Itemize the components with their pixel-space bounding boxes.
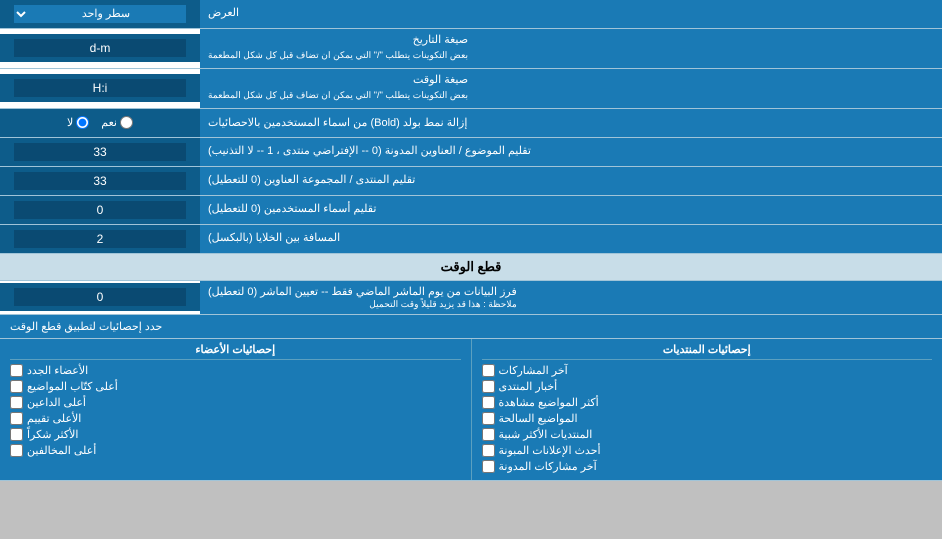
cell-spacing-input-container <box>0 225 200 253</box>
forum-header-trim-row: تقليم المنتدى / المجموعة العناوين (0 للت… <box>0 167 942 196</box>
checkbox-old-topics-input[interactable] <box>482 412 495 425</box>
checkbox-new-members-input[interactable] <box>10 364 23 377</box>
checkbox-most-thanked: الأكثر شكراً <box>10 428 461 441</box>
checkbox-top-authors: أعلى الداعين <box>10 396 461 409</box>
checkbox-most-thanked-input[interactable] <box>10 428 23 441</box>
time-cut-section-header: قطع الوقت <box>0 254 942 281</box>
member-stats-title: إحصائيات الأعضاء <box>10 343 461 360</box>
checkbox-top-posters-input[interactable] <box>10 380 23 393</box>
checkbox-latest-announcements: أحدث الإعلانات المبونة <box>482 444 933 457</box>
username-trim-input-container <box>0 196 200 224</box>
date-format-row: صيغة التاريخبعض التكوينات يتطلب "/" التي… <box>0 29 942 69</box>
time-cut-row: فرز البيانات من يوم الماشر الماضي فقط --… <box>0 281 942 315</box>
checkbox-new-members: الأعضاء الجدد <box>10 364 461 377</box>
page-title-label: العرض <box>200 0 942 28</box>
time-format-input[interactable] <box>14 79 187 97</box>
time-format-label: صيغة الوقتبعض التكوينات يتطلب "/" التي ي… <box>200 69 942 108</box>
checkbox-top-authors-input[interactable] <box>10 396 23 409</box>
forum-header-trim-input-container <box>0 167 200 195</box>
forum-header-trim-input[interactable] <box>14 172 187 190</box>
bold-no-label[interactable]: لا <box>67 116 89 129</box>
checkbox-top-referrers: أعلى المخالفين <box>10 444 461 457</box>
main-container: العرض سطر واحد سطرين ثلاثة أسطر صيغة الت… <box>0 0 942 481</box>
date-format-input-container <box>0 34 200 62</box>
display-dropdown-container: سطر واحد سطرين ثلاثة أسطر <box>0 0 200 28</box>
checkbox-latest-announcements-input[interactable] <box>482 444 495 457</box>
time-cut-label: فرز البيانات من يوم الماشر الماضي فقط --… <box>200 281 942 314</box>
checkbox-latest-shared-input[interactable] <box>482 460 495 473</box>
display-dropdown[interactable]: سطر واحد سطرين ثلاثة أسطر <box>14 5 187 23</box>
checkbox-top-rated-input[interactable] <box>10 412 23 425</box>
date-format-input[interactable] <box>14 39 187 57</box>
bold-remove-options: نعم لا <box>0 109 200 137</box>
cell-spacing-label: المسافة بين الخلايا (بالبكسل) <box>200 225 942 253</box>
checkbox-top-referrers-input[interactable] <box>10 444 23 457</box>
checkbox-forum-news: أخبار المنتدى <box>482 380 933 393</box>
username-trim-input[interactable] <box>14 201 187 219</box>
forum-stats-title: إحصائيات المنتديات <box>482 343 933 360</box>
forum-header-trim-label: تقليم المنتدى / المجموعة العناوين (0 للت… <box>200 167 942 195</box>
checkbox-last-posts: آخر المشاركات <box>482 364 933 377</box>
checkbox-top-rated: الأعلى تقييم <box>10 412 461 425</box>
time-cut-input-container <box>0 283 200 311</box>
cell-spacing-input[interactable] <box>14 230 187 248</box>
time-format-input-container <box>0 74 200 102</box>
checkbox-top-posters: أعلى كتّاب المواضيع <box>10 380 461 393</box>
time-cut-input[interactable] <box>14 288 187 306</box>
checkbox-most-viewed-input[interactable] <box>482 396 495 409</box>
subject-trim-input-container <box>0 138 200 166</box>
apply-label-row: حدد إحصائيات لتطبيق قطع الوقت <box>0 315 942 339</box>
checkbox-forum-news-input[interactable] <box>482 380 495 393</box>
time-format-row: صيغة الوقتبعض التكوينات يتطلب "/" التي ي… <box>0 69 942 109</box>
forum-stats-column: إحصائيات المنتديات آخر المشاركات أخبار ا… <box>471 339 942 480</box>
bold-remove-row: إزالة نمط بولد (Bold) من اسماء المستخدمي… <box>0 109 942 138</box>
bold-remove-label: إزالة نمط بولد (Bold) من اسماء المستخدمي… <box>200 109 942 137</box>
checkbox-old-topics: المواضيع السالحة <box>482 412 933 425</box>
username-trim-row: تقليم أسماء المستخدمين (0 للتعطيل) <box>0 196 942 225</box>
cell-spacing-row: المسافة بين الخلايا (بالبكسل) <box>0 225 942 254</box>
checkboxes-grid: إحصائيات المنتديات آخر المشاركات أخبار ا… <box>0 339 942 481</box>
checkbox-similar-forums-input[interactable] <box>482 428 495 441</box>
bold-no-radio[interactable] <box>76 116 89 129</box>
subject-trim-input[interactable] <box>14 143 187 161</box>
checkbox-most-viewed: أكثر المواضيع مشاهدة <box>482 396 933 409</box>
bold-yes-label[interactable]: نعم <box>101 116 133 129</box>
title-row: العرض سطر واحد سطرين ثلاثة أسطر <box>0 0 942 29</box>
member-stats-column: إحصائيات الأعضاء الأعضاء الجدد أعلى كتّا… <box>0 339 471 480</box>
checkbox-last-posts-input[interactable] <box>482 364 495 377</box>
checkbox-latest-shared: آخر مشاركات المدونة <box>482 460 933 473</box>
subject-trim-label: تقليم الموضوع / العناوين المدونة (0 -- ا… <box>200 138 942 166</box>
bold-yes-radio[interactable] <box>120 116 133 129</box>
subject-trim-row: تقليم الموضوع / العناوين المدونة (0 -- ا… <box>0 138 942 167</box>
date-format-label: صيغة التاريخبعض التكوينات يتطلب "/" التي… <box>200 29 942 68</box>
username-trim-label: تقليم أسماء المستخدمين (0 للتعطيل) <box>200 196 942 224</box>
checkbox-similar-forums: المنتديات الأكثر شبية <box>482 428 933 441</box>
